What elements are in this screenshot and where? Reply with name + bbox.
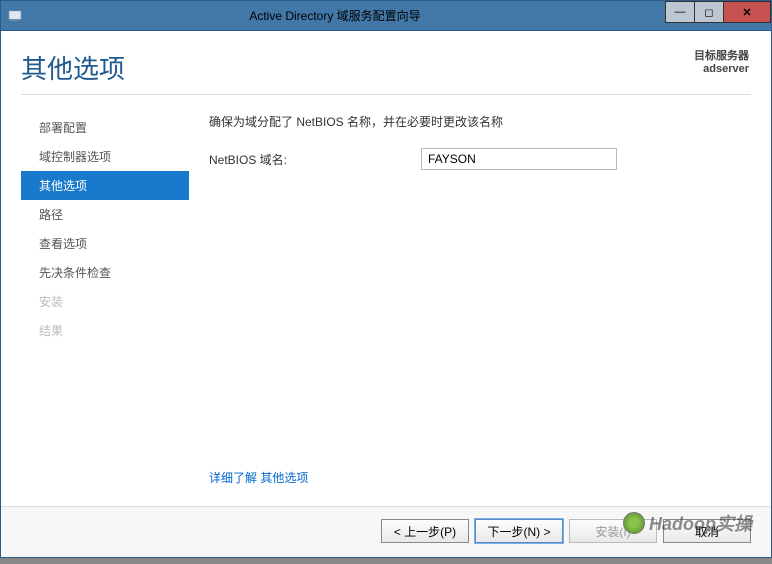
page-title: 其他选项: [21, 49, 751, 95]
help-link-row: 详细了解 其他选项: [209, 469, 741, 486]
netbios-label: NetBIOS 域名:: [209, 151, 421, 168]
app-icon: [1, 1, 29, 31]
next-button[interactable]: 下一步(N) >: [475, 519, 563, 543]
content-area: 其他选项 目标服务器 adserver 部署配置 域控制器选项 其他选项 路径 …: [1, 31, 771, 506]
wizard-steps-sidebar: 部署配置 域控制器选项 其他选项 路径 查看选项 先决条件检查 安装 结果: [21, 109, 189, 496]
help-prefix: 详细了解: [209, 471, 260, 485]
sidebar-item-deployment[interactable]: 部署配置: [21, 113, 189, 142]
target-server-name: adserver: [694, 63, 749, 75]
sidebar-item-prereq[interactable]: 先决条件检查: [21, 258, 189, 287]
main-panel: 确保为域分配了 NetBIOS 名称，并在必要时更改该名称 NetBIOS 域名…: [189, 109, 751, 496]
previous-button[interactable]: < 上一步(P): [381, 519, 469, 543]
target-server-info: 目标服务器 adserver: [694, 47, 749, 75]
close-button[interactable]: ✕: [723, 1, 771, 23]
maximize-button[interactable]: ◻: [694, 1, 724, 23]
sidebar-item-dc-options[interactable]: 域控制器选项: [21, 142, 189, 171]
wizard-window: Active Directory 域服务配置向导 — ◻ ✕ 其他选项 目标服务…: [0, 0, 772, 558]
window-controls: — ◻ ✕: [666, 1, 771, 23]
titlebar[interactable]: Active Directory 域服务配置向导 — ◻ ✕: [1, 1, 771, 31]
minimize-button[interactable]: —: [665, 1, 695, 23]
target-server-label: 目标服务器: [694, 47, 749, 63]
sidebar-item-paths[interactable]: 路径: [21, 200, 189, 229]
window-title: Active Directory 域服务配置向导: [29, 7, 771, 24]
wizard-footer: < 上一步(P) 下一步(N) > 安装(I) 取消: [1, 506, 771, 557]
sidebar-item-review[interactable]: 查看选项: [21, 229, 189, 258]
cancel-button[interactable]: 取消: [663, 519, 751, 543]
install-button: 安装(I): [569, 519, 657, 543]
netbios-input[interactable]: [421, 148, 617, 170]
sidebar-item-results: 结果: [21, 316, 189, 345]
sidebar-item-additional-options[interactable]: 其他选项: [21, 171, 189, 200]
netbios-row: NetBIOS 域名:: [209, 148, 741, 170]
sidebar-item-install: 安装: [21, 287, 189, 316]
help-link[interactable]: 其他选项: [260, 471, 308, 485]
instruction-text: 确保为域分配了 NetBIOS 名称，并在必要时更改该名称: [209, 113, 741, 130]
